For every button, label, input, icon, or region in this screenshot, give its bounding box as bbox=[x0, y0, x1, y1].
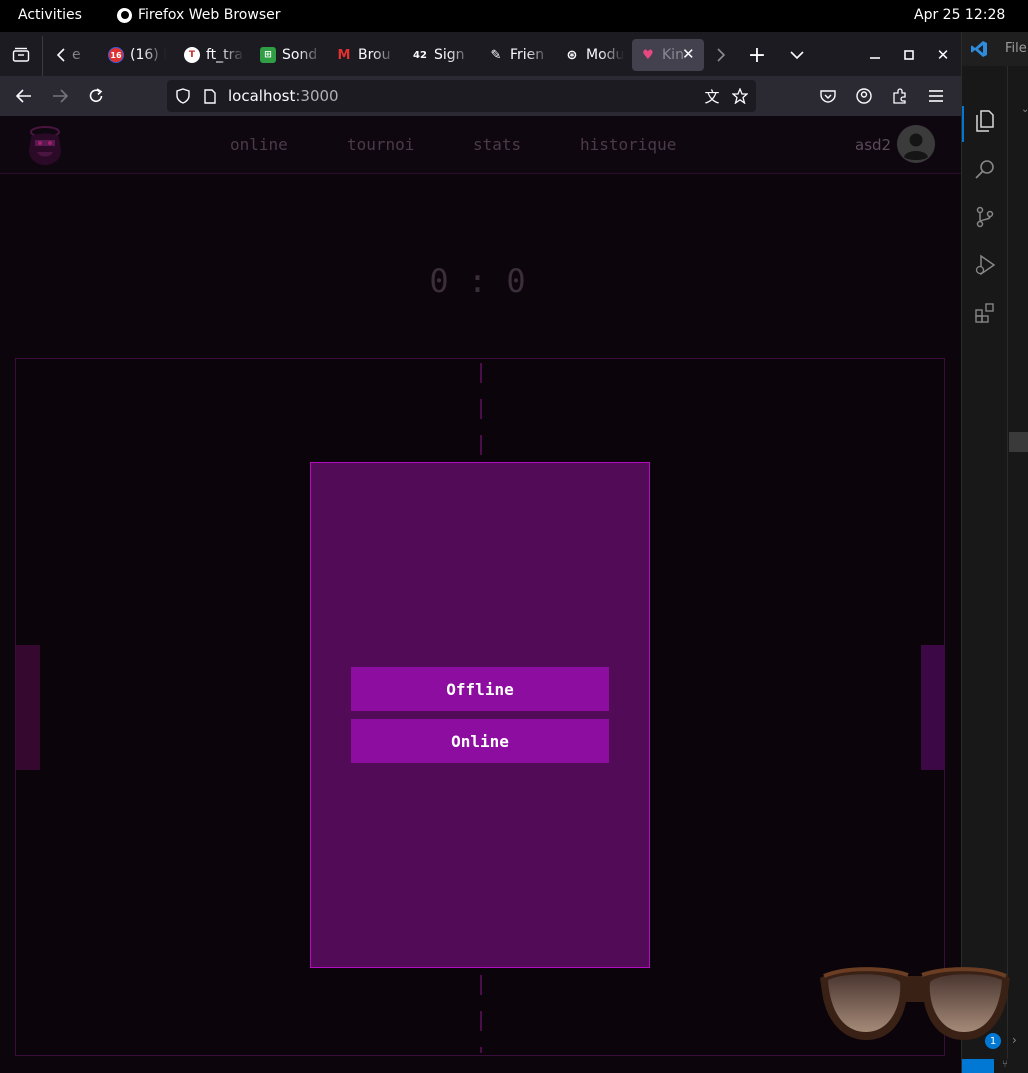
gorilla-logo-icon[interactable] bbox=[25, 124, 65, 166]
openai-icon: ⊛ bbox=[566, 47, 578, 63]
app-name: Firefox Web Browser bbox=[138, 7, 281, 23]
chevron-right-icon[interactable]: › bbox=[1012, 1033, 1017, 1047]
tab-strip: e 16 (16) D T ft_tra ⊞ Sond M Brou 42 Si… bbox=[0, 32, 961, 76]
url-port: :3000 bbox=[295, 87, 339, 105]
gorilla-icon: ♥ bbox=[642, 47, 654, 63]
tab-0[interactable]: e bbox=[72, 39, 98, 71]
list-all-tabs-icon[interactable] bbox=[784, 42, 810, 68]
site-header: online tournoi stats historique asd2 bbox=[0, 116, 961, 174]
nav-link-stats[interactable]: stats bbox=[473, 135, 521, 154]
gmail-icon: M bbox=[337, 47, 351, 63]
scroll-tabs-right-icon[interactable] bbox=[708, 42, 734, 68]
source-control-icon[interactable] bbox=[970, 202, 1000, 232]
tab-4[interactable]: M Brou bbox=[328, 39, 396, 71]
extensions-icon[interactable] bbox=[970, 298, 1000, 328]
tab-2[interactable]: T ft_tra bbox=[176, 39, 244, 71]
tab-1[interactable]: 16 (16) D bbox=[100, 39, 166, 71]
run-debug-icon[interactable] bbox=[970, 250, 1000, 280]
hamburger-menu-icon[interactable] bbox=[923, 83, 949, 109]
vscode-window: File › › ⌄ 1 ⑂ bbox=[961, 32, 1028, 1073]
active-indicator bbox=[962, 106, 964, 142]
score-display: 0 : 0 bbox=[429, 262, 526, 300]
close-window-icon[interactable]: ✕ bbox=[930, 42, 956, 68]
tracking-shield-icon[interactable] bbox=[170, 83, 196, 109]
clock[interactable]: Apr 25 12:28 bbox=[914, 7, 1005, 23]
game-mode-modal: Offline Online bbox=[310, 462, 650, 968]
avatar[interactable] bbox=[897, 125, 935, 163]
nav-link-online[interactable]: online bbox=[230, 135, 288, 154]
tab-overview-icon[interactable] bbox=[8, 42, 34, 68]
maximize-window-icon[interactable] bbox=[896, 42, 922, 68]
vscode-statusbar: ⑂ bbox=[962, 1059, 1028, 1073]
branch-icon[interactable]: ⑂ bbox=[1002, 1059, 1008, 1070]
remote-indicator[interactable] bbox=[962, 1059, 994, 1073]
system-top-bar: Activities Firefox Web Browser Apr 25 12… bbox=[0, 0, 1028, 32]
tab-3[interactable]: ⊞ Sond bbox=[252, 39, 322, 71]
sheets-icon: ⊞ bbox=[260, 47, 276, 63]
left-paddle bbox=[16, 645, 40, 770]
online-button[interactable]: Online bbox=[351, 719, 609, 763]
reload-icon[interactable] bbox=[83, 83, 109, 109]
activity-bar: › › bbox=[962, 66, 1017, 1073]
tab-8-active[interactable]: ♥ Kin ✕ bbox=[632, 39, 704, 71]
file-menu[interactable]: File bbox=[1005, 41, 1027, 56]
page-content: online tournoi stats historique asd2 0 :… bbox=[0, 116, 961, 1073]
page-info-icon[interactable] bbox=[197, 83, 223, 109]
username-label[interactable]: asd2 bbox=[855, 136, 891, 154]
close-tab-icon[interactable]: ✕ bbox=[682, 45, 695, 63]
tab-divider bbox=[42, 36, 43, 76]
bookmark-star-icon[interactable] bbox=[727, 83, 753, 109]
tab-6[interactable]: ✎ Frien bbox=[480, 39, 550, 71]
pocket-icon[interactable] bbox=[815, 83, 841, 109]
scroll-tabs-left-icon[interactable] bbox=[48, 42, 74, 68]
42-icon: 42 bbox=[413, 49, 427, 61]
extensions-icon[interactable] bbox=[887, 83, 913, 109]
url-text: localhost:3000 bbox=[228, 87, 339, 105]
feather-icon: ✎ bbox=[490, 47, 502, 63]
badge-16-icon: 16 bbox=[108, 47, 124, 63]
vscode-logo-icon bbox=[970, 40, 988, 62]
firefox-window: e 16 (16) D T ft_tra ⊞ Sond M Brou 42 Si… bbox=[0, 32, 961, 1073]
minimize-window-icon[interactable] bbox=[862, 42, 888, 68]
tab-label: Kin bbox=[662, 47, 684, 63]
back-icon[interactable] bbox=[11, 83, 37, 109]
nav-link-historique[interactable]: historique bbox=[580, 135, 676, 154]
firefox-icon bbox=[117, 7, 132, 23]
navigation-toolbar: localhost:3000 文 bbox=[0, 76, 961, 116]
account-icon[interactable] bbox=[851, 83, 877, 109]
tab-5[interactable]: 42 Sign bbox=[404, 39, 472, 71]
ft-icon: T bbox=[184, 47, 200, 63]
sunglasses-overlay-image bbox=[818, 966, 1012, 1046]
activities-button[interactable]: Activities bbox=[18, 7, 82, 23]
offline-button[interactable]: Offline bbox=[351, 667, 609, 711]
tab-7[interactable]: ⊛ Modu bbox=[556, 39, 624, 71]
explorer-icon[interactable] bbox=[970, 106, 1000, 136]
address-bar[interactable]: localhost:3000 文 bbox=[167, 80, 756, 112]
forward-icon[interactable] bbox=[47, 83, 73, 109]
url-host: localhost bbox=[228, 87, 296, 105]
scrollbar-thumb[interactable] bbox=[1009, 432, 1028, 452]
nav-link-tournoi[interactable]: tournoi bbox=[347, 135, 414, 154]
right-paddle bbox=[921, 645, 945, 770]
translate-icon[interactable]: 文 bbox=[699, 83, 725, 109]
new-tab-icon[interactable]: + bbox=[744, 42, 770, 68]
app-menu[interactable]: Firefox Web Browser bbox=[117, 7, 281, 23]
search-icon[interactable] bbox=[970, 154, 1000, 184]
chevron-down-icon[interactable]: ⌄ bbox=[1021, 104, 1028, 115]
vscode-titlebar: File bbox=[962, 32, 1028, 66]
